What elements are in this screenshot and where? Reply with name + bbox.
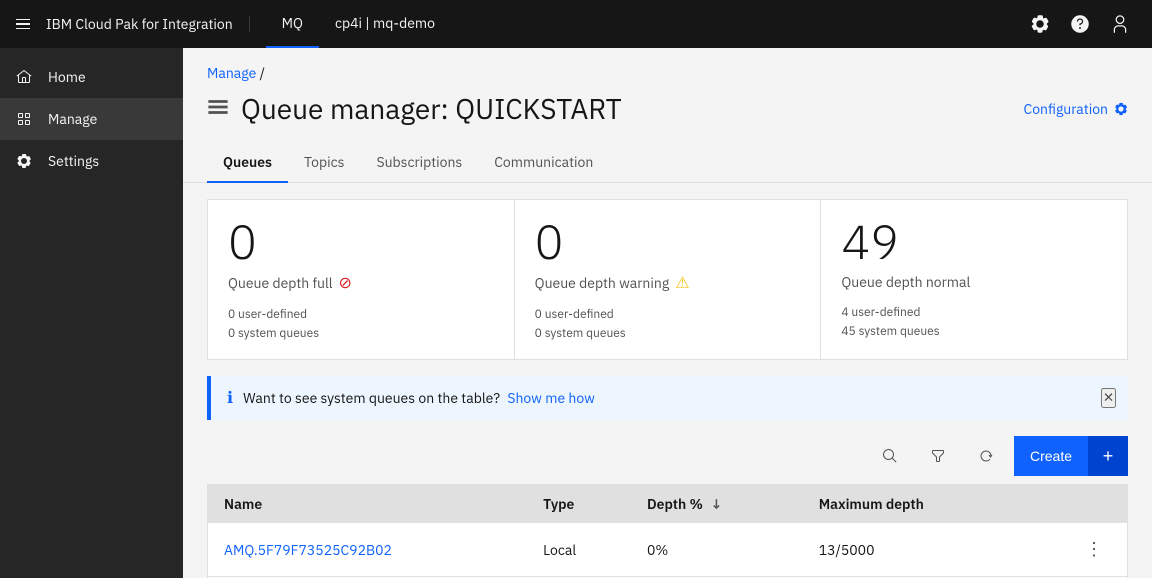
help-icon[interactable] bbox=[1064, 8, 1096, 40]
tab-topics[interactable]: Topics bbox=[288, 143, 360, 183]
queue-link-amq[interactable]: AMQ.5F79F73525C92B02 bbox=[224, 541, 392, 559]
error-icon: ⊘ bbox=[339, 273, 352, 293]
stat-full-number: 0 bbox=[228, 216, 494, 269]
table-header: Name Type Depth % ↓ Maximum depth bbox=[208, 485, 1127, 523]
topnav-tabs: MQ cp4i | mq-demo bbox=[266, 0, 451, 48]
cell-max-depth: 13/5000 bbox=[803, 523, 1022, 577]
col-depth[interactable]: Depth % ↓ bbox=[631, 485, 803, 523]
queue-manager-icon bbox=[207, 96, 229, 122]
topnav-tab-mq[interactable]: MQ bbox=[266, 0, 319, 48]
stat-warning-label: Queue depth warning ⚠ bbox=[535, 273, 801, 293]
content-area: 0 Queue depth full ⊘ 0 user-defined 0 sy… bbox=[183, 183, 1152, 578]
sidebar-item-manage[interactable]: Manage bbox=[0, 98, 183, 140]
col-name: Name bbox=[208, 485, 527, 523]
sidebar-settings-label: Settings bbox=[48, 152, 99, 170]
col-max-depth: Maximum depth bbox=[803, 485, 1022, 523]
sidebar-item-settings[interactable]: Settings bbox=[0, 140, 183, 182]
configuration-link[interactable]: Configuration bbox=[1024, 100, 1128, 118]
settings-icon-sidebar bbox=[16, 153, 32, 169]
stat-card-normal: 49 Queue depth normal 4 user-defined 45 … bbox=[820, 199, 1128, 360]
cell-depth: 0% bbox=[631, 523, 803, 577]
stat-full-sub: 0 user-defined 0 system queues bbox=[228, 305, 494, 343]
info-icon: ℹ bbox=[227, 388, 233, 408]
stat-normal-sub: 4 user-defined 45 system queues bbox=[841, 303, 1107, 341]
tab-communication[interactable]: Communication bbox=[478, 143, 609, 183]
search-icon[interactable] bbox=[870, 436, 910, 476]
cell-type: Local bbox=[527, 523, 631, 577]
topnav: IBM Cloud Pak for Integration MQ cp4i | … bbox=[0, 0, 1152, 48]
home-icon bbox=[16, 69, 32, 85]
topnav-icons bbox=[1024, 8, 1136, 40]
grid-icon bbox=[16, 111, 32, 127]
stat-cards: 0 Queue depth full ⊘ 0 user-defined 0 sy… bbox=[207, 199, 1128, 360]
queue-table: Name Type Depth % ↓ Maximum depth bbox=[207, 484, 1128, 578]
settings-icon[interactable] bbox=[1024, 8, 1056, 40]
filter-icon[interactable] bbox=[918, 436, 958, 476]
overflow-menu-button[interactable]: ⋮ bbox=[1077, 535, 1111, 564]
toolbar: Create + bbox=[207, 436, 1128, 476]
stat-card-warning: 0 Queue depth warning ⚠ 0 user-defined 0… bbox=[514, 199, 821, 360]
main-content: Manage / Queue manager: QUICKSTART Confi… bbox=[183, 48, 1152, 578]
refresh-icon[interactable] bbox=[966, 436, 1006, 476]
tab-subscriptions[interactable]: Subscriptions bbox=[360, 143, 478, 183]
brand-label: IBM Cloud Pak for Integration bbox=[46, 15, 233, 33]
stat-normal-label: Queue depth normal bbox=[841, 273, 1107, 291]
col-type: Type bbox=[527, 485, 631, 523]
page-title: Queue manager: QUICKSTART bbox=[241, 90, 622, 127]
stat-warning-sub: 0 user-defined 0 system queues bbox=[535, 305, 801, 343]
page-header: Queue manager: QUICKSTART Configuration bbox=[183, 90, 1152, 143]
stat-normal-number: 49 bbox=[841, 216, 1107, 269]
cell-name: AMQ.5F79F73525C92B02 bbox=[208, 523, 527, 577]
sidebar-item-home[interactable]: Home bbox=[0, 56, 183, 98]
show-me-how-link[interactable]: Show me how bbox=[507, 389, 595, 407]
cell-overflow: ⋮ bbox=[1022, 523, 1127, 577]
sidebar-home-label: Home bbox=[48, 68, 86, 86]
info-banner: ℹ Want to see system queues on the table… bbox=[207, 376, 1128, 420]
sidebar-manage-label: Manage bbox=[48, 110, 97, 128]
user-icon[interactable] bbox=[1104, 8, 1136, 40]
table: Name Type Depth % ↓ Maximum depth bbox=[208, 485, 1127, 578]
layout: Home Manage Settings Manage / bbox=[0, 48, 1152, 578]
col-actions bbox=[1022, 485, 1127, 523]
stat-full-label: Queue depth full ⊘ bbox=[228, 273, 494, 293]
breadcrumb: Manage / bbox=[183, 48, 1152, 90]
nav-divider bbox=[249, 16, 250, 32]
banner-close-button[interactable]: ✕ bbox=[1101, 388, 1116, 408]
warning-icon: ⚠ bbox=[675, 273, 689, 293]
topnav-tab-cp4i[interactable]: cp4i | mq-demo bbox=[319, 0, 451, 48]
hamburger-menu[interactable] bbox=[16, 19, 30, 30]
table-row: AMQ.5F79F73525C92B02 Local 0% 13/5000 ⋮ bbox=[208, 523, 1127, 577]
page-title-row: Queue manager: QUICKSTART bbox=[207, 90, 622, 127]
table-body: AMQ.5F79F73525C92B02 Local 0% 13/5000 ⋮ … bbox=[208, 523, 1127, 578]
create-button[interactable]: Create + bbox=[1014, 436, 1128, 476]
sidebar: Home Manage Settings bbox=[0, 48, 183, 578]
sort-icon: ↓ bbox=[710, 495, 722, 513]
stat-card-full: 0 Queue depth full ⊘ 0 user-defined 0 sy… bbox=[207, 199, 514, 360]
breadcrumb-manage[interactable]: Manage bbox=[207, 64, 256, 82]
tabs: Queues Topics Subscriptions Communicatio… bbox=[183, 143, 1152, 183]
stat-warning-number: 0 bbox=[535, 216, 801, 269]
tab-queues[interactable]: Queues bbox=[207, 143, 288, 183]
